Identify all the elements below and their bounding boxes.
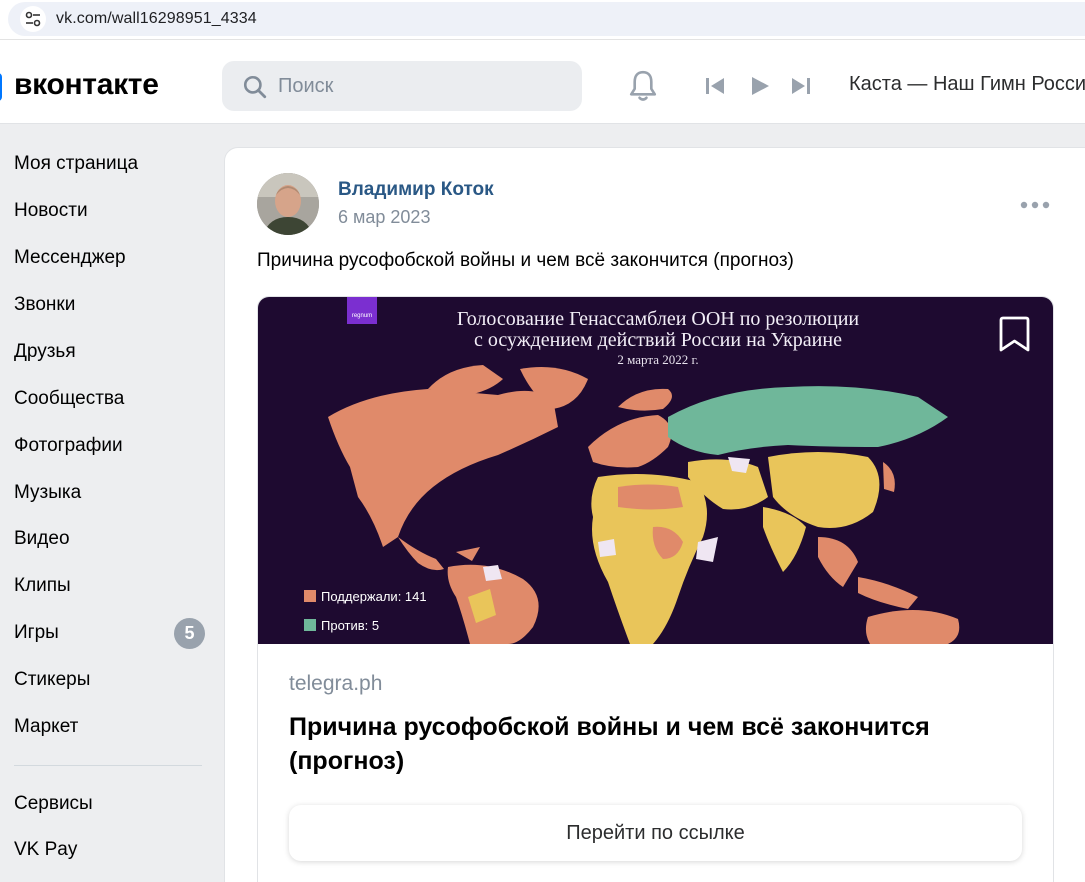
map-title: Голосование Генассамблеи ООН по резолюци… [398,309,918,351]
games-count-badge: 5 [174,618,205,649]
sidebar-item-video[interactable]: Видео [14,524,209,554]
legend-swatch-against [304,619,316,631]
sidebar-item-friends[interactable]: Друзья [14,337,209,367]
legend-against: Против: 5 [304,618,379,633]
site-settings-icon[interactable] [20,6,46,32]
regnum-logo: regnum [347,297,377,324]
link-attachment[interactable]: regnum Голосование Генассамблеи ООН по р… [257,296,1054,882]
now-playing-track[interactable]: Каста — Наш Гимн Россия [849,73,1085,96]
sidebar-item-vk-pay[interactable]: VK Pay [14,835,209,865]
legend-swatch-supported [304,590,316,602]
link-domain[interactable]: telegra.ph [289,672,382,696]
legend-supported-label: Поддержали: 141 [321,589,427,604]
notifications-bell-icon[interactable] [626,68,660,104]
map-subtitle: 2 марта 2022 г. [617,352,699,367]
sidebar-item-music[interactable]: Музыка [14,478,209,508]
sidebar-item-calls[interactable]: Звонки [14,290,209,320]
sidebar-item-market[interactable]: Маркет [14,712,209,742]
author-avatar[interactable] [257,173,319,235]
vk-header: вконтакте Каста — Наш Гимн Россия [0,40,1085,124]
search-icon [243,75,267,99]
vk-logo-text[interactable]: вконтакте [14,68,159,102]
bookmark-icon[interactable] [998,315,1031,353]
sidebar-divider [14,765,202,766]
avatar-photo [257,173,319,235]
address-field[interactable]: vk.com/wall16298951_4334 [8,2,1085,36]
vk-logo-icon[interactable] [0,73,2,101]
legend-against-label: Против: 5 [321,618,380,633]
sidebar-item-services[interactable]: Сервисы [14,789,209,819]
map-title-line-2: с осуждением действий России на Украине [474,329,842,351]
sidebar-item-stickers[interactable]: Стикеры [14,665,209,695]
post-text: Причина русофобской войны и чем всё зако… [257,250,794,271]
map-title-line-1: Голосование Генассамблеи ООН по резолюци… [456,308,860,330]
regnum-logo-text: regnum [351,313,373,319]
sidebar-item-messenger[interactable]: Мессенджер [14,243,209,273]
post-date[interactable]: 6 мар 2023 [338,207,430,228]
open-link-button[interactable]: Перейти по ссылке [289,805,1022,861]
sidebar-item-clips[interactable]: Клипы [14,571,209,601]
sidebar-item-news[interactable]: Новости [14,196,209,226]
browser-address-bar: vk.com/wall16298951_4334 [0,0,1085,40]
more-options-icon[interactable] [1019,198,1051,212]
sidebar-item-communities[interactable]: Сообщества [14,384,209,414]
play-icon[interactable] [750,75,770,97]
previous-track-icon[interactable] [704,75,726,97]
sidebar-item-photos[interactable]: Фотографии [14,431,209,461]
attachment-image[interactable]: regnum Голосование Генассамблеи ООН по р… [258,297,1053,644]
search-input[interactable] [278,73,568,99]
link-title[interactable]: Причина русофобской войны и чем всё зако… [289,710,989,778]
legend-supported: Поддержали: 141 [304,589,427,604]
post-author-name[interactable]: Владимир Коток [338,179,494,201]
next-track-icon[interactable] [790,75,812,97]
search-box[interactable] [222,61,582,111]
url-text[interactable]: vk.com/wall16298951_4334 [56,10,257,28]
sidebar-item-my-page[interactable]: Моя страница [14,149,209,179]
